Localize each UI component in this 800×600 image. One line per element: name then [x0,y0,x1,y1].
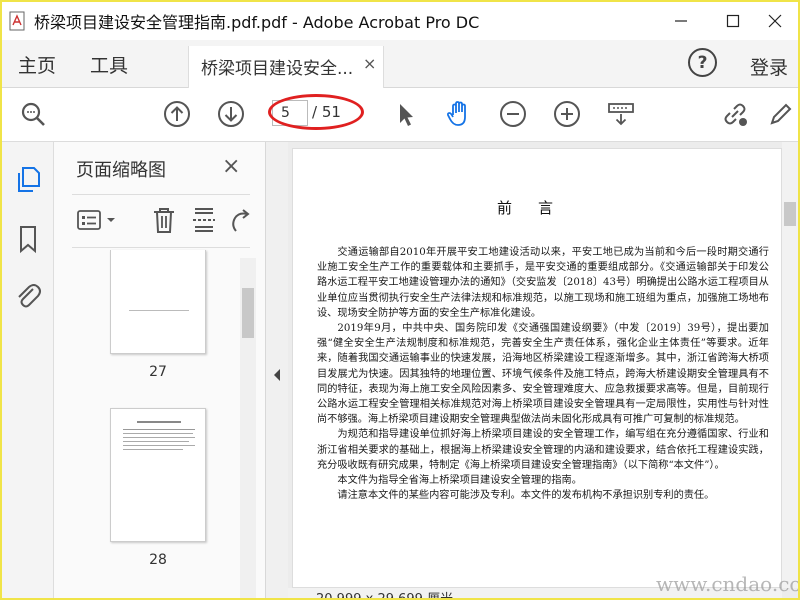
menu-home[interactable]: 主页 [18,51,56,78]
menu-tools[interactable]: 工具 [90,51,128,78]
document-heading: 前言 [496,199,579,217]
tab-close-button[interactable]: × [363,54,376,73]
document-scrollbar-thumb[interactable] [784,202,796,226]
close-icon [768,14,782,28]
select-cursor-icon[interactable] [390,99,420,129]
document-body: 交通运输部自2010年开展平安工地建设活动以来，平安工地已成为当前和今后一段时期… [317,245,769,503]
zoom-out-icon[interactable] [498,99,528,129]
left-navigation-rail [2,142,54,598]
minimize-button[interactable] [658,2,704,40]
window-title: 桥梁项目建设安全管理指南.pdf.pdf - Adobe Acrobat Pro… [34,13,480,32]
panel-toolbar [72,194,250,248]
document-tab[interactable]: 桥梁项目建设安全... × [188,46,384,88]
page-thumbnails-panel: 页面缩略图 × 27 28 [54,142,266,598]
panel-title: 页面缩略图 [76,160,166,181]
paragraph: 本文件为指导全省海上桥梁项目建设安全管理的指南。 [337,475,582,487]
rotate-page-icon[interactable] [228,205,254,235]
help-button[interactable]: ? [688,48,717,77]
minimize-icon [675,20,687,22]
menu-bar: 主页 工具 桥梁项目建设安全... × ? 登录 [2,40,798,88]
thumbnail-page-number: 27 [149,364,167,380]
paragraph: 为规范和指导建设单位抓好海上桥梁项目建设的安全管理工作，编写组在充分遵循国家、行… [317,429,769,471]
paragraph: 交通运输部自2010年开展平安工地建设活动以来，平安工地已成为当前和今后一段时期… [317,247,769,319]
panel-close-button[interactable]: × [222,154,240,179]
toolbar: / 51 [2,88,798,142]
edit-pen-icon[interactable] [766,99,796,129]
scroll-mode-icon[interactable] [606,99,636,129]
delete-page-icon[interactable] [150,205,178,235]
page-thumbnails-icon[interactable] [14,164,42,194]
chevron-down-icon[interactable] [106,215,116,225]
document-view: 前言 交通运输部自2010年开展平安工地建设活动以来，平安工地已成为当前和今后一… [288,142,798,598]
zoom-in-icon[interactable] [552,99,582,129]
hand-tool-icon[interactable] [444,99,474,129]
page-size-readout: 20.999 x 29.699 厘米 [316,588,453,598]
extract-page-icon[interactable] [190,205,218,235]
panel-collapse-strip[interactable] [266,142,288,598]
acrobat-window: 桥梁项目建设安全管理指南.pdf.pdf - Adobe Acrobat Pro… [2,2,798,598]
search-icon[interactable] [18,99,48,129]
collapse-arrow-icon[interactable] [272,368,282,382]
document-tab-label: 桥梁项目建设安全... [201,59,354,79]
maximize-icon [726,14,740,28]
document-page: 前言 交通运输部自2010年开展平安工地建设活动以来，平安工地已成为当前和今后一… [292,148,782,588]
page-highlight-annotation [268,94,364,130]
previous-page-icon[interactable] [162,99,192,129]
attachments-icon[interactable] [14,280,42,310]
next-page-icon[interactable] [216,99,246,129]
title-bar: 桥梁项目建设安全管理指南.pdf.pdf - Adobe Acrobat Pro… [2,2,798,40]
close-window-button[interactable] [752,2,798,40]
share-link-icon[interactable] [720,99,750,129]
maximize-button[interactable] [710,2,756,40]
thumbnail-options-icon[interactable] [76,207,102,233]
panel-scrollbar-thumb[interactable] [242,288,254,338]
thumbnail-page-28[interactable] [110,408,206,542]
login-button[interactable]: 登录 [750,53,788,80]
bookmarks-icon[interactable] [14,224,42,254]
paragraph: 2019年9月，中共中央、国务院印发《交通强国建设纲要》（中发〔2019〕39号… [317,323,769,426]
thumbnail-page-27[interactable] [110,250,206,354]
paragraph: 请注意本文件的某些内容可能涉及专利。本文件的发布机构不承担识别专利的责任。 [337,490,715,502]
thumbnail-page-number: 28 [149,552,167,568]
acrobat-app-icon [9,11,25,31]
watermark: www.cndao.com [656,572,798,596]
